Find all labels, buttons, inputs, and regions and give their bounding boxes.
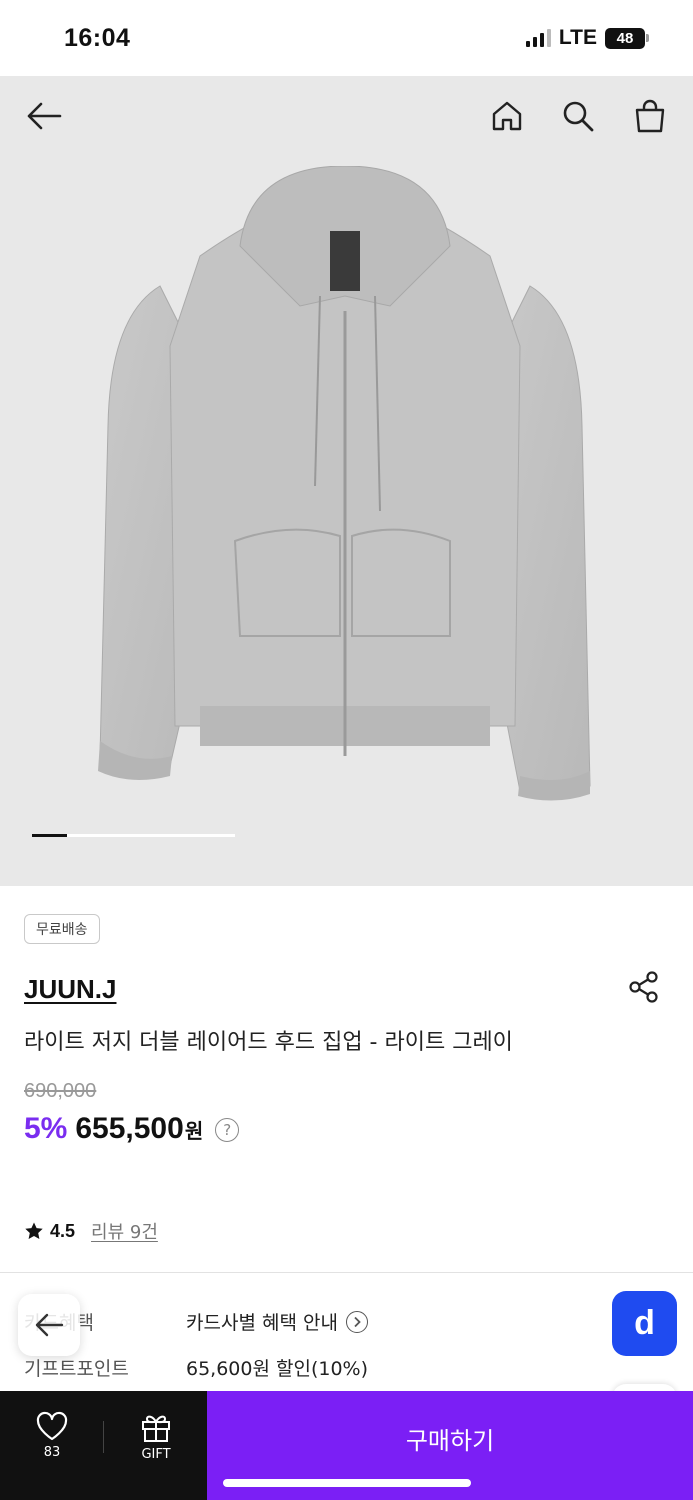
review-link[interactable]: 리뷰 9건 xyxy=(91,1218,158,1244)
benefit-value[interactable]: 카드사별 혜택 안내 xyxy=(186,1308,368,1335)
back-button[interactable] xyxy=(24,96,64,136)
arrow-left-icon xyxy=(35,1313,64,1337)
original-price: 690,000 xyxy=(24,1080,97,1102)
shopping-bag-icon xyxy=(635,99,665,133)
free-shipping-badge: 무료배송 xyxy=(24,914,100,944)
sale-price: 655,500 xyxy=(75,1112,184,1145)
gift-button[interactable]: GIFT xyxy=(134,1411,178,1462)
status-indicators: LTE 48 xyxy=(525,26,649,50)
gallery-pager-active xyxy=(32,834,67,837)
like-count: 83 xyxy=(43,1445,61,1460)
product-info: 무료배송 JUUN.J 라이트 저지 더블 레이어드 후드 집업 - 라이트 그… xyxy=(0,886,693,1396)
star-icon xyxy=(25,1222,43,1239)
gallery-pager xyxy=(32,834,235,837)
search-icon xyxy=(563,101,594,132)
brand-link[interactable]: JUUN.J xyxy=(24,974,116,1005)
status-time: 16:04 xyxy=(64,24,131,52)
price-help-icon[interactable]: ? xyxy=(215,1118,240,1142)
floating-back-button[interactable] xyxy=(18,1294,80,1356)
gift-icon xyxy=(142,1415,170,1442)
product-gallery[interactable] xyxy=(0,76,693,886)
arrow-left-icon xyxy=(27,102,62,130)
chevron-right-icon xyxy=(345,1310,368,1333)
product-name: 라이트 저지 더블 레이어드 후드 집업 - 라이트 그레이 xyxy=(24,1030,513,1055)
bottom-left-actions: 83 GIFT xyxy=(0,1391,207,1500)
rating-row: 4.5 리뷰 9건 xyxy=(24,1218,158,1244)
benefit-label: 기프트포인트 xyxy=(24,1358,129,1380)
buy-button-label: 구매하기 xyxy=(405,1427,495,1455)
home-button[interactable] xyxy=(487,96,527,136)
price-row: 5% 655,500 원 ? xyxy=(24,1112,240,1146)
gift-point-row: 기프트포인트 65,600원 할인(10%) xyxy=(24,1354,368,1381)
currency-label: 원 xyxy=(184,1119,204,1143)
share-icon xyxy=(629,971,658,1003)
like-button[interactable]: 83 xyxy=(30,1411,74,1460)
discount-rate: 5% xyxy=(24,1112,68,1145)
network-label: LTE xyxy=(558,26,597,49)
home-icon xyxy=(492,101,522,131)
divider xyxy=(0,1272,693,1273)
card-benefit-text: 카드사별 혜택 안내 xyxy=(186,1312,338,1334)
search-button[interactable] xyxy=(558,96,598,136)
benefit-value: 65,600원 할인(10%) xyxy=(186,1358,369,1380)
gift-label: GIFT xyxy=(141,1447,171,1462)
product-image xyxy=(98,166,591,801)
d-app-button[interactable]: d xyxy=(612,1291,677,1356)
divider xyxy=(103,1421,104,1453)
home-indicator xyxy=(223,1479,471,1487)
signal-icon xyxy=(525,29,551,47)
cart-button[interactable] xyxy=(630,96,670,136)
battery-level: 48 xyxy=(605,27,645,49)
battery-icon: 48 xyxy=(605,27,649,49)
rating-value: 4.5 xyxy=(50,1220,76,1241)
status-bar: 16:04 LTE 48 xyxy=(0,0,693,76)
share-button[interactable] xyxy=(627,970,661,1004)
heart-icon xyxy=(36,1411,68,1441)
